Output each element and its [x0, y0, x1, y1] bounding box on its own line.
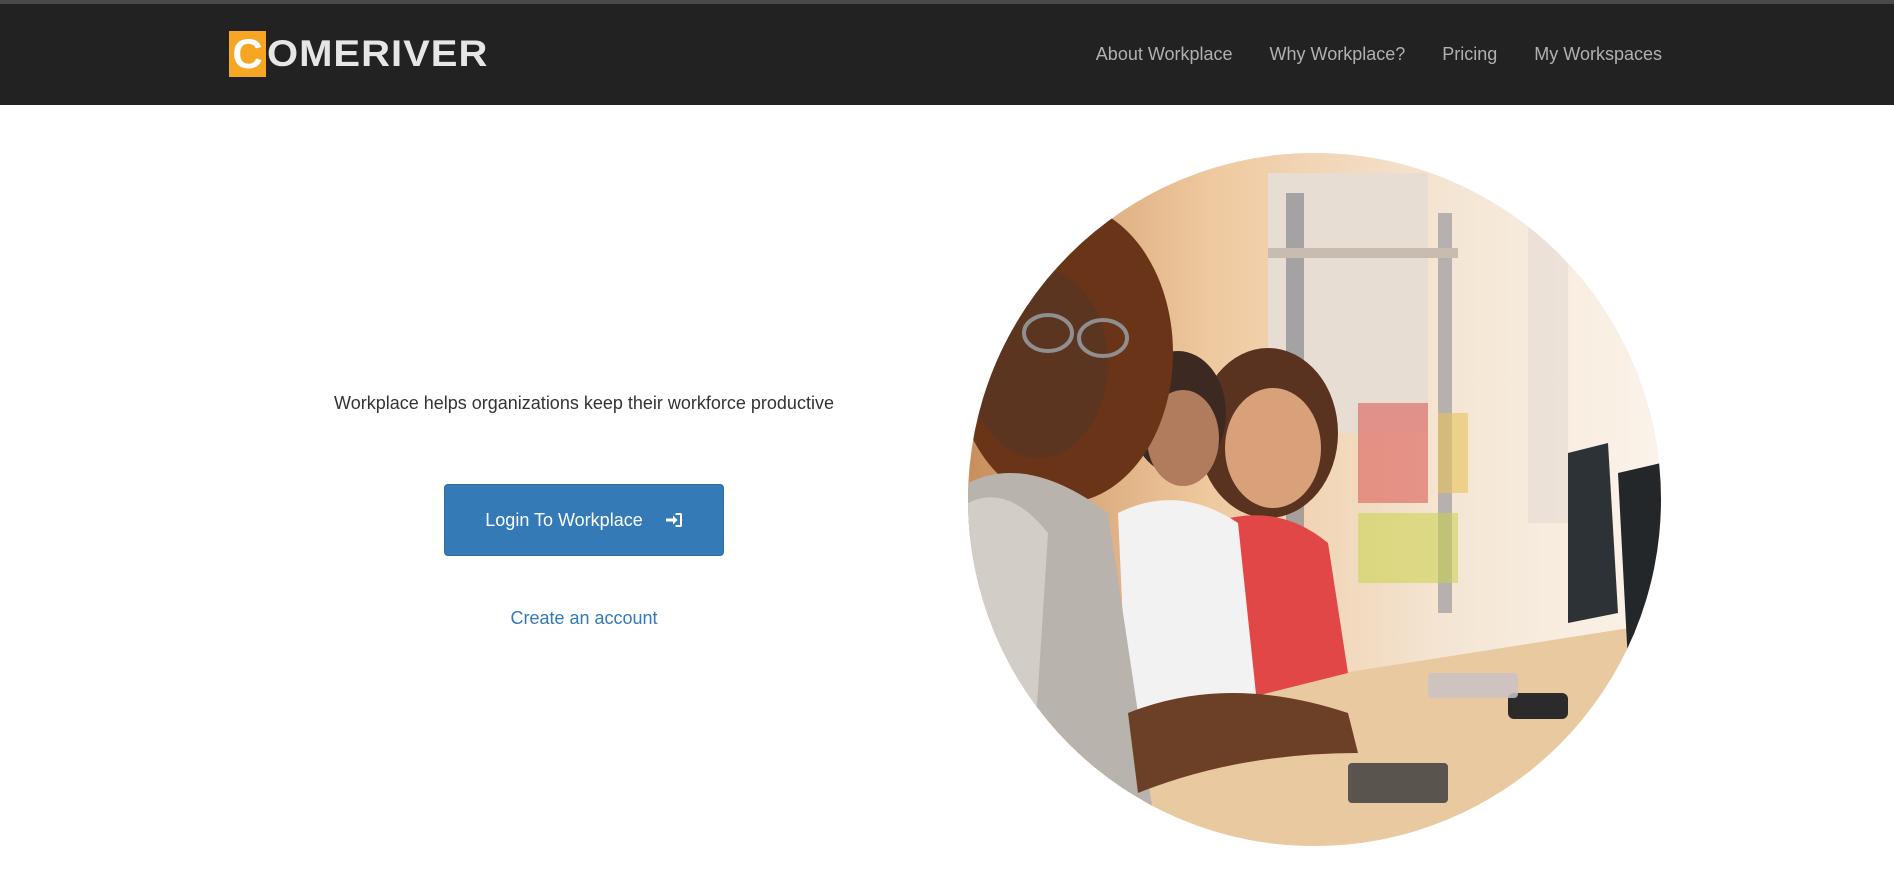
hero-photo — [968, 153, 1661, 846]
brand-logo-text: OMERIVER — [267, 33, 489, 75]
brand-logo-initial: C — [229, 31, 266, 77]
nav-my-workspaces[interactable]: My Workspaces — [1534, 44, 1662, 65]
nav-pricing[interactable]: Pricing — [1442, 44, 1497, 65]
sign-in-icon — [665, 511, 683, 529]
nav-about-workplace[interactable]: About Workplace — [1096, 44, 1233, 65]
create-account-link[interactable]: Create an account — [240, 608, 928, 629]
main-nav: About Workplace Why Workplace? Pricing M… — [1096, 4, 1662, 105]
brand-logo[interactable]: C OMERIVER — [229, 29, 488, 79]
nav-why-workplace[interactable]: Why Workplace? — [1270, 44, 1406, 65]
hero-left: Workplace helps organizations keep their… — [240, 105, 928, 872]
hero-tagline: Workplace helps organizations keep their… — [334, 393, 834, 413]
login-button[interactable]: Login To Workplace — [444, 484, 724, 556]
login-button-label: Login To Workplace — [485, 509, 643, 530]
hero-photo-illustration — [968, 153, 1661, 846]
